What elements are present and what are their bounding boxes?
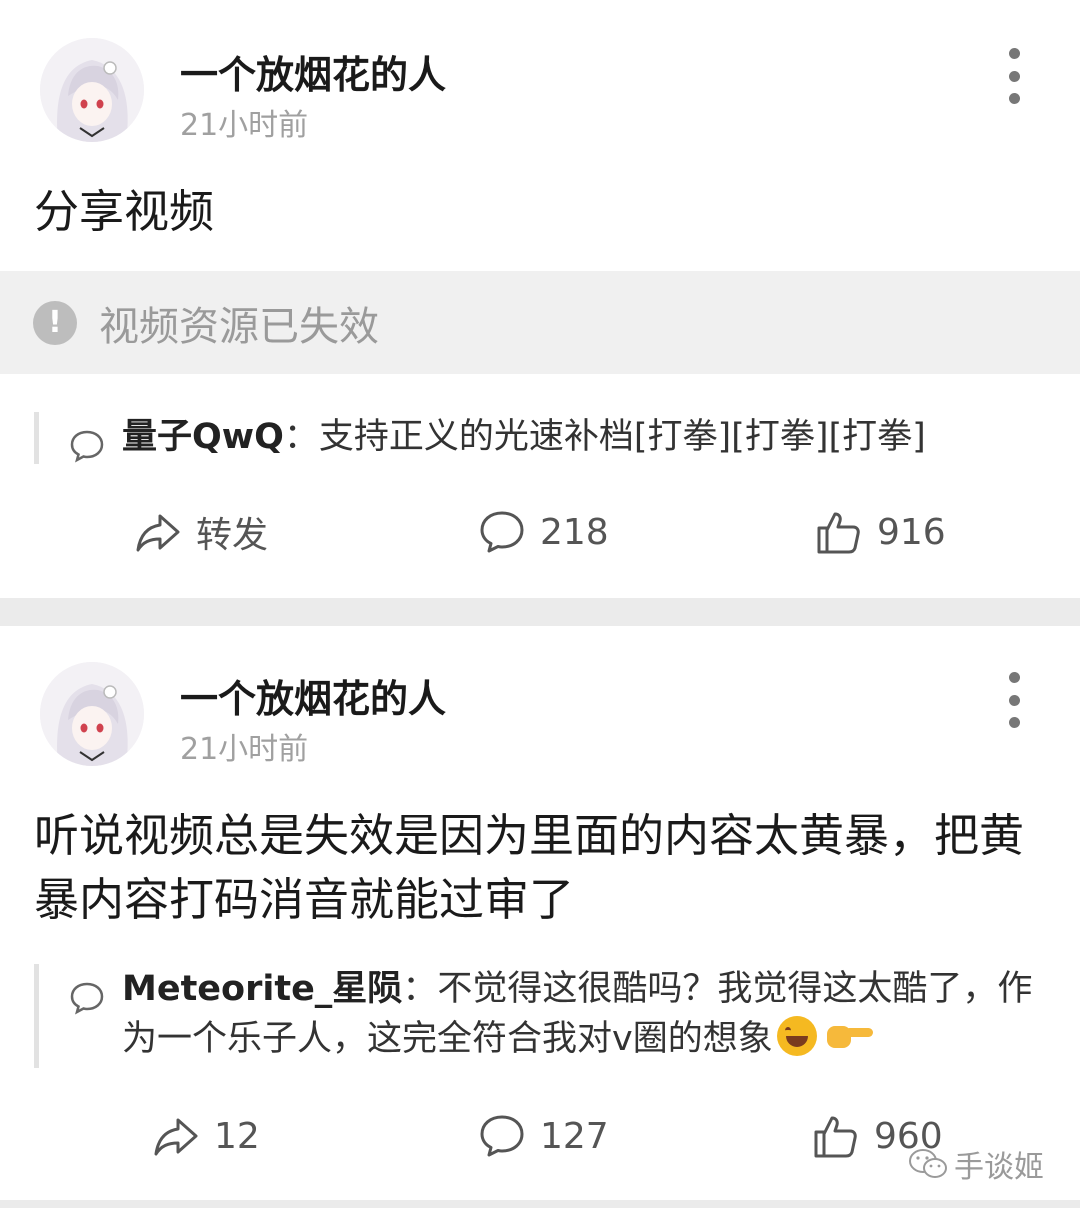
comment-icon [480, 1115, 524, 1157]
repost-button[interactable]: 转发 [134, 502, 268, 562]
comment-username[interactable]: Meteorite_星陨 [122, 969, 402, 1009]
repost-button[interactable]: 12 [152, 1106, 260, 1166]
avatar-anime-girl-icon [40, 38, 144, 142]
post-card: 一个放烟花的人 21小时前 听说视频总是失效是因为里面的内容太黄暴，把黄暴内容打… [0, 626, 1080, 1200]
comment-count: 218 [540, 511, 609, 553]
avatar[interactable] [40, 38, 144, 142]
more-options-button[interactable] [1000, 672, 1028, 728]
more-vertical-icon [1008, 672, 1020, 683]
comment-button[interactable]: 218 [478, 502, 609, 562]
comment-count: 127 [540, 1115, 609, 1157]
video-invalid-notice: ! 视频资源已失效 [0, 271, 1080, 374]
repost-label: 转发 [196, 515, 269, 556]
comment-separator: ： [283, 417, 319, 457]
post-text: 分享视频 [34, 185, 215, 238]
share-arrow-icon [154, 1118, 198, 1156]
warning-icon: ! [33, 300, 77, 345]
avatar[interactable] [40, 662, 144, 766]
post-time: 21小时前 [180, 108, 309, 143]
comment-icon [480, 511, 524, 553]
featured-comment[interactable]: Meteorite_星陨：不觉得这很酷吗？我觉得这太酷了，作为一个乐子人，这完全… [34, 964, 1049, 1068]
more-options-button[interactable] [1000, 48, 1028, 104]
post-time: 21小时前 [180, 732, 309, 767]
thumbs-up-icon [817, 512, 860, 554]
post-card: 一个放烟花的人 21小时前 分享视频 ! 视频资源已失效 量子QwQ：支持正义的… [0, 0, 1080, 598]
action-bar: 转发 218 916 [0, 502, 1080, 562]
more-vertical-icon [1008, 48, 1020, 59]
comment-separator: ： [402, 969, 438, 1009]
rofl-emoji-icon [776, 1016, 817, 1056]
watermark: 手谈姬 [908, 1142, 1044, 1186]
share-arrow-icon [136, 514, 180, 552]
repost-count: 12 [214, 1115, 260, 1157]
username[interactable]: 一个放烟花的人 [180, 668, 446, 723]
thumbs-up-icon [814, 1116, 857, 1158]
comment-bubble-icon [70, 982, 104, 1015]
comment-text: 支持正义的光速补档[打拳][打拳][打拳] [318, 417, 926, 457]
comment-username[interactable]: 量子QwQ [122, 417, 284, 457]
wechat-icon [909, 1149, 947, 1178]
avatar-anime-girl-icon [40, 662, 144, 766]
post-text: 听说视频总是失效是因为里面的内容太黄暴，把黄暴内容打码消音就能过审了 [34, 809, 1025, 926]
pointing-hand-emoji-icon [826, 1022, 873, 1048]
featured-comment[interactable]: 量子QwQ：支持正义的光速补档[打拳][打拳][打拳] [34, 412, 1049, 464]
comment-button[interactable]: 127 [478, 1106, 609, 1166]
comment-bubble-icon [70, 430, 104, 463]
username[interactable]: 一个放烟花的人 [180, 44, 446, 99]
invalid-notice-text: 视频资源已失效 [99, 303, 379, 350]
like-count: 916 [877, 511, 946, 553]
like-button[interactable]: 916 [815, 502, 946, 562]
watermark-text: 手谈姬 [954, 1150, 1044, 1185]
